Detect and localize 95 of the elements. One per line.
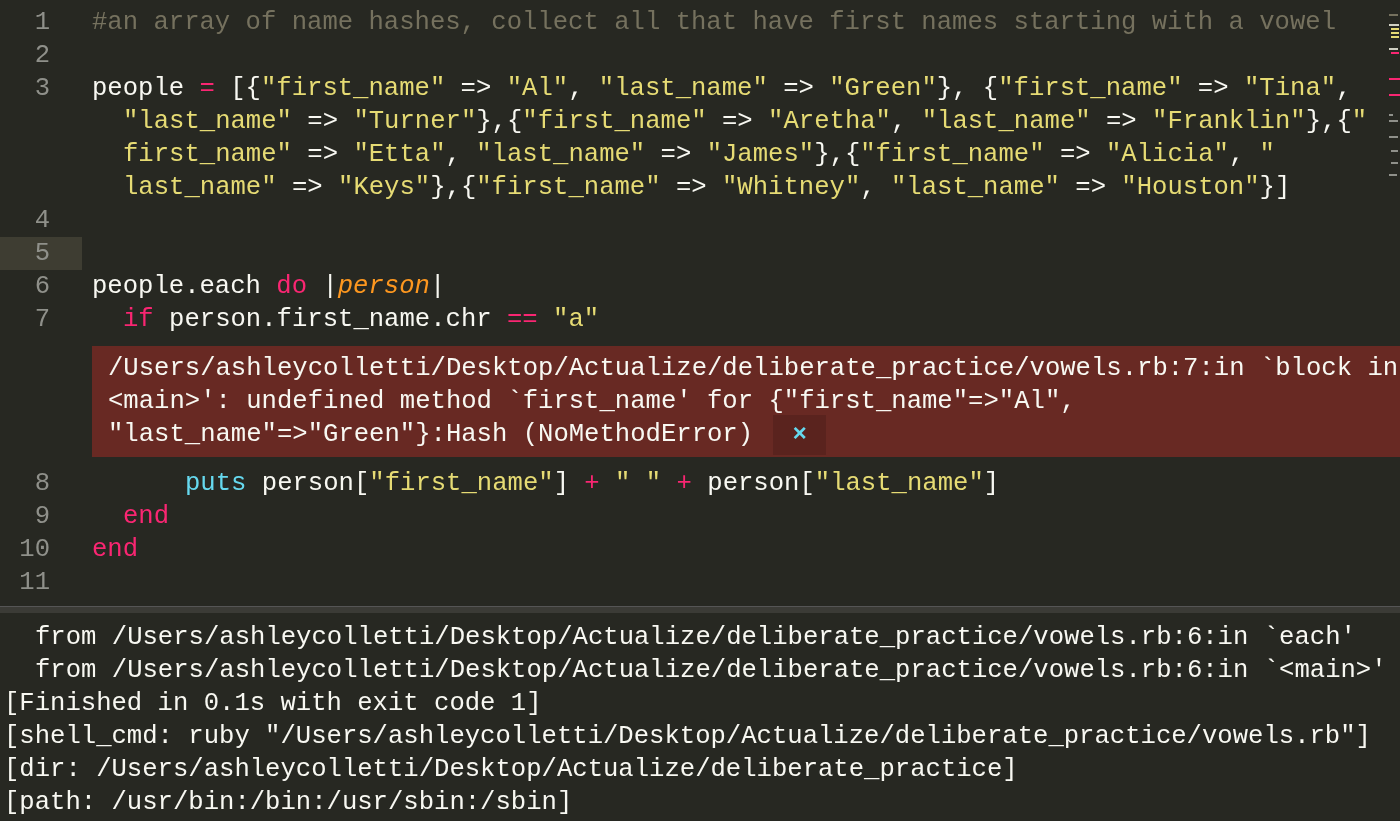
code-text: },{ bbox=[1305, 106, 1352, 138]
code-text: , bbox=[1228, 139, 1246, 171]
line-number: 10 bbox=[18, 534, 51, 566]
code-string: "Aretha" bbox=[768, 106, 891, 138]
code-builtin: puts bbox=[185, 468, 247, 500]
code-operator: == bbox=[507, 304, 538, 336]
code-text: , bbox=[860, 172, 877, 204]
code-string: " bbox=[1259, 139, 1275, 171]
code-text: ] bbox=[983, 468, 1000, 500]
code-operator: + bbox=[676, 468, 692, 500]
code-string: "first_name" bbox=[522, 106, 707, 138]
code-text: => bbox=[782, 73, 815, 105]
line-number: 3 bbox=[33, 73, 51, 105]
code-string: "last_name" bbox=[921, 106, 1091, 138]
code-text: => bbox=[290, 172, 324, 204]
code-string: "first_name" bbox=[369, 468, 554, 500]
code-keyword: end bbox=[123, 501, 170, 533]
code-text: }, { bbox=[936, 73, 999, 105]
line-number: 1 bbox=[33, 7, 51, 39]
code-text: person[ bbox=[260, 468, 370, 500]
line-number: 2 bbox=[33, 40, 51, 72]
code-text: },{ bbox=[430, 172, 477, 204]
code-text: => bbox=[1058, 139, 1092, 171]
line-number: 5 bbox=[0, 237, 82, 270]
code-keyword: do bbox=[276, 271, 308, 303]
code-text: },{ bbox=[476, 106, 523, 138]
code-string: "last_name" bbox=[814, 468, 984, 500]
code-text: }] bbox=[1259, 172, 1291, 204]
line-number: 4 bbox=[33, 205, 51, 237]
output-line: [dir: /Users/ashleycolletti/Desktop/Actualize/deliberate_practice] bbox=[4, 755, 1018, 784]
code-string: "Whitney" bbox=[722, 172, 861, 204]
code-string: " " bbox=[615, 468, 662, 500]
output-line: from /Users/ashleycolletti/Desktop/Actualize/deliberate_practice/vowels.rb:6:in `each' bbox=[35, 623, 1356, 652]
line-number: 8 bbox=[33, 468, 51, 500]
output-line: from /Users/ashleycolletti/Desktop/Actualize/deliberate_practice/vowels.rb:6:in `<main>' bbox=[35, 656, 1387, 685]
code-text: people.each bbox=[92, 271, 262, 303]
code-operator: = bbox=[199, 73, 215, 105]
code-operator: + bbox=[584, 468, 600, 500]
code-text: => bbox=[659, 139, 693, 171]
line-number: 6 bbox=[33, 271, 51, 303]
code-text: },{ bbox=[814, 139, 861, 171]
code-text: , bbox=[890, 106, 908, 138]
code-text: => bbox=[1196, 73, 1230, 105]
code-text: person.first_name.chr bbox=[168, 304, 493, 336]
code-text: => bbox=[306, 139, 340, 171]
code-string: "first_name" bbox=[260, 73, 446, 105]
code-text: => bbox=[1074, 172, 1107, 204]
code-keyword: if bbox=[123, 304, 154, 336]
output-line: [Finished in 0.1s with exit code 1] bbox=[4, 689, 542, 718]
error-text: "last_name"=>"Green"}:Hash (NoMethodError) bbox=[108, 419, 754, 451]
code-text: => bbox=[674, 172, 708, 204]
code-keyword: end bbox=[92, 534, 139, 566]
code-string: "last_name" bbox=[123, 106, 292, 138]
line-number: 11 bbox=[18, 567, 51, 599]
code-string: "Green" bbox=[829, 73, 937, 105]
line-number: 9 bbox=[33, 501, 51, 533]
code-parameter: person bbox=[337, 271, 430, 303]
code-string: " bbox=[1351, 106, 1368, 138]
code-string: "first_name" bbox=[998, 73, 1183, 105]
code-text: => bbox=[721, 106, 754, 138]
code-string: "Houston" bbox=[1121, 172, 1260, 204]
code-string: "last_name" bbox=[890, 172, 1060, 204]
code-string: "Turner" bbox=[353, 106, 477, 138]
code-text: , bbox=[445, 139, 462, 171]
code-text: => bbox=[306, 106, 340, 138]
code-string: "last_name" bbox=[598, 73, 768, 105]
code-text: person[ bbox=[706, 468, 815, 500]
code-string: "a" bbox=[553, 304, 600, 336]
code-string: last_name" bbox=[123, 172, 277, 204]
code-string: "Franklin" bbox=[1152, 106, 1306, 138]
code-string: "Al" bbox=[506, 73, 569, 105]
code-string: "Keys" bbox=[338, 172, 431, 204]
line-number: 7 bbox=[33, 304, 51, 336]
code-string: "Alicia" bbox=[1106, 139, 1229, 171]
code-text: | bbox=[429, 271, 446, 303]
error-text: /Users/ashleycolletti/Desktop/Actualize/deliberate_practice/vowels.rb:7:in `block in bbox=[108, 353, 1399, 385]
code-text: , bbox=[568, 73, 585, 105]
code-string: "Tina" bbox=[1243, 73, 1337, 105]
code-text: | bbox=[321, 271, 338, 303]
code-text: => bbox=[459, 73, 493, 105]
code-string: "James" bbox=[706, 139, 815, 171]
close-button[interactable]: × bbox=[773, 414, 827, 455]
code-text: people bbox=[92, 73, 186, 105]
code-comment: #an array of name hashes, collect all that have first names starting with a vowel bbox=[92, 7, 1337, 39]
code-string: "Etta" bbox=[353, 139, 446, 171]
output-line: [path: /usr/bin:/bin:/usr/sbin:/sbin] bbox=[4, 788, 573, 817]
code-text: , bbox=[1336, 73, 1352, 105]
code-text: ] bbox=[553, 468, 570, 500]
code-string: "first_name" bbox=[860, 139, 1045, 171]
code-text: [{ bbox=[229, 73, 261, 105]
output-line: [shell_cmd: ruby "/Users/ashleycolletti/Desktop/Actualize/deliberate_practice/vowels.rb"] bbox=[4, 722, 1371, 751]
code-string: "last_name" bbox=[476, 139, 646, 171]
code-string: first_name" bbox=[123, 139, 292, 171]
code-text: => bbox=[1105, 106, 1138, 138]
code-string: "first_name" bbox=[476, 172, 661, 204]
